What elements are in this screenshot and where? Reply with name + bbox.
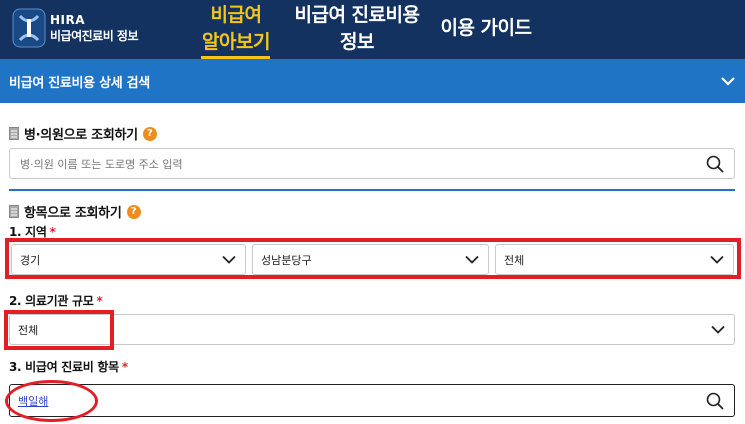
region-label: 1. 지역 * (9, 223, 56, 240)
hira-logo-icon[interactable] (12, 8, 46, 48)
chevron-down-icon (710, 255, 724, 264)
chevron-down-icon (465, 255, 479, 264)
document-icon (9, 205, 19, 218)
search-icon[interactable] (706, 392, 724, 410)
region-province-select[interactable]: 경기 (11, 244, 246, 275)
region-label-text: 1. 지역 (9, 225, 47, 239)
item-section-title: 항목으로 조회하기 ? (9, 202, 141, 221)
facility-scale-select[interactable]: 전체 (9, 314, 735, 345)
nav-label-line2: 알아보기 (202, 31, 270, 53)
scale-label-text: 2. 의료기관 규모 (9, 294, 94, 308)
item-label-text: 3. 비급여 진료비 항목 (9, 360, 119, 374)
detail-search-bar[interactable]: 비급여 진료비용 상세 검색 (0, 59, 745, 103)
nav-non-covered-cost-info[interactable]: 비급여 진료비용 정보 (290, 2, 424, 56)
item-search-value: 백일해 (18, 394, 49, 408)
nav-label-line1: 비급여 (210, 4, 262, 26)
hospital-search-placeholder: 병·의원 이름 또는 도로명 주소 입력 (20, 157, 183, 171)
section-divider (9, 189, 735, 191)
document-icon (9, 127, 19, 140)
help-icon[interactable]: ? (126, 204, 141, 219)
logo-subtitle: 비급여진료비 정보 (50, 29, 139, 43)
chevron-down-icon (711, 325, 725, 334)
required-mark: * (49, 225, 56, 239)
region-town-select[interactable]: 전체 (495, 244, 734, 275)
nav-usage-guide[interactable]: 이용 가이드 (436, 15, 536, 42)
hospital-section-title: 병·의원으로 조회하기 ? (9, 124, 157, 143)
search-icon[interactable] (706, 155, 724, 173)
region-district-value: 성남분당구 (261, 253, 312, 267)
nav-label-line1: 비급여 진료비용 (294, 4, 420, 26)
top-header: HIRA 비급여진료비 정보 비급여 알아보기 비급여 진료비용 정보 이용 가… (0, 0, 745, 59)
region-town-value: 전체 (504, 253, 525, 267)
item-search-input[interactable]: 백일해 (9, 384, 735, 417)
hospital-search-input[interactable]: 병·의원 이름 또는 도로명 주소 입력 (9, 148, 735, 179)
nav-label-line2: 정보 (340, 31, 374, 53)
region-province-value: 경기 (20, 253, 41, 267)
nav-non-covered-intro[interactable]: 비급여 알아보기 (198, 2, 274, 56)
facility-scale-value: 전체 (18, 323, 39, 337)
detail-search-title: 비급여 진료비용 상세 검색 (9, 76, 150, 91)
item-label: 3. 비급여 진료비 항목 * (9, 358, 128, 375)
region-district-select[interactable]: 성남분당구 (252, 244, 489, 275)
help-icon[interactable]: ? (142, 126, 157, 141)
logo-title: HIRA (50, 13, 86, 27)
logo-text[interactable]: HIRA 비급여진료비 정보 (50, 12, 139, 44)
nav-label-line1: 이용 가이드 (440, 17, 532, 39)
required-mark: * (96, 294, 103, 308)
chevron-down-icon (222, 255, 236, 264)
hospital-section-label: 병·의원으로 조회하기 (24, 128, 138, 143)
chevron-down-icon[interactable] (720, 74, 736, 88)
scale-label: 2. 의료기관 규모 * (9, 292, 103, 309)
item-section-label: 항목으로 조회하기 (24, 206, 122, 221)
required-mark: * (121, 360, 128, 374)
